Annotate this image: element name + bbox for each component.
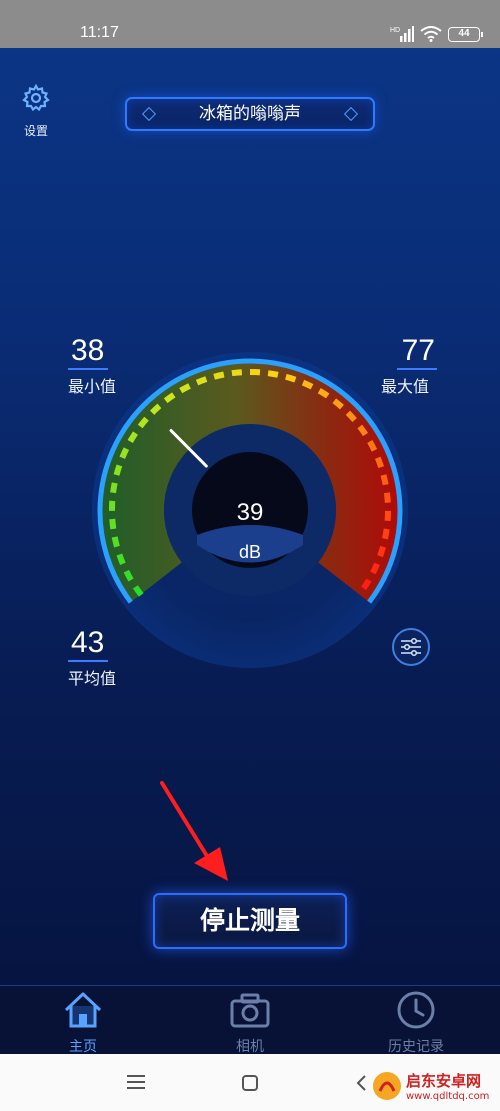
gauge-tick [383,492,391,503]
site-watermark: 启东安卓网 www.qdltdq.com [372,1070,489,1102]
tab-home-label: 主页 [69,1039,97,1055]
clock: 11:17 [80,24,119,41]
gauge-tick [267,370,279,378]
annotation-arrow [160,781,228,881]
gauge-value: 39 [237,499,264,526]
tab-camera[interactable]: 相机 [200,990,300,1056]
stop-measure-button[interactable]: 停止测量 [153,893,347,949]
gauge-tick [367,440,378,452]
gauge-tick [113,464,123,476]
settings-button[interactable]: 设置 [18,83,54,139]
gauge-tick [119,447,130,459]
calibrate-button[interactable] [392,628,430,666]
gauge-tick [374,456,385,469]
home-square-icon[interactable] [241,1074,259,1092]
gauge-tick [195,376,208,386]
gauge-tick [377,545,386,558]
gauge-tick [380,474,389,486]
clock-icon [397,991,435,1029]
gauge-tick [285,373,297,383]
watermark-brand: 启东安卓网 [406,1072,482,1090]
gauge-tick [123,569,134,582]
settings-label: 设置 [23,124,48,138]
gauge-tick [213,371,225,380]
gauge-tick [231,369,243,377]
gauge-tick [179,383,191,394]
svg-text:HD: HD [390,27,400,34]
gauge-tick [382,528,390,540]
tab-history[interactable]: 历史记录 [366,990,466,1056]
battery-indicator: 44 [448,26,483,42]
back-icon[interactable] [355,1074,367,1092]
gear-icon [22,83,50,112]
scene-title: 冰箱的嗡嗡声 [199,104,301,124]
gauge-tick [370,562,380,575]
gauge-tick [301,379,314,390]
home-icon [64,992,102,1028]
status-icons: HD 44 [390,25,483,43]
gauge-tick [110,482,118,494]
camera-icon [230,993,270,1028]
tab-camera-label: 相机 [236,1039,264,1055]
tab-history-label: 历史记录 [388,1039,444,1055]
scene-selector[interactable]: 冰箱的嗡嗡声 [125,97,375,131]
diamond-right-icon [343,106,359,122]
menu-icon[interactable] [126,1074,146,1090]
status-bar: 11:17 HD 44 [0,0,500,48]
signal-icon: HD [390,26,414,42]
bottom-tab-bar: 主页 相机 历史记录 [0,985,500,1056]
gauge-tick [109,518,117,530]
gauge-unit: dB [239,542,261,562]
gauge-tick [116,553,126,565]
sliders-icon [401,637,421,657]
sound-level-gauge: 39 dB [92,352,408,668]
watermark-url: www.qdltdq.com [406,1091,490,1102]
tab-home[interactable]: 主页 [33,990,133,1056]
wifi-icon [420,26,442,42]
gauge-tick [111,536,120,548]
diamond-left-icon [141,106,157,122]
watermark-logo-icon [373,1072,401,1100]
